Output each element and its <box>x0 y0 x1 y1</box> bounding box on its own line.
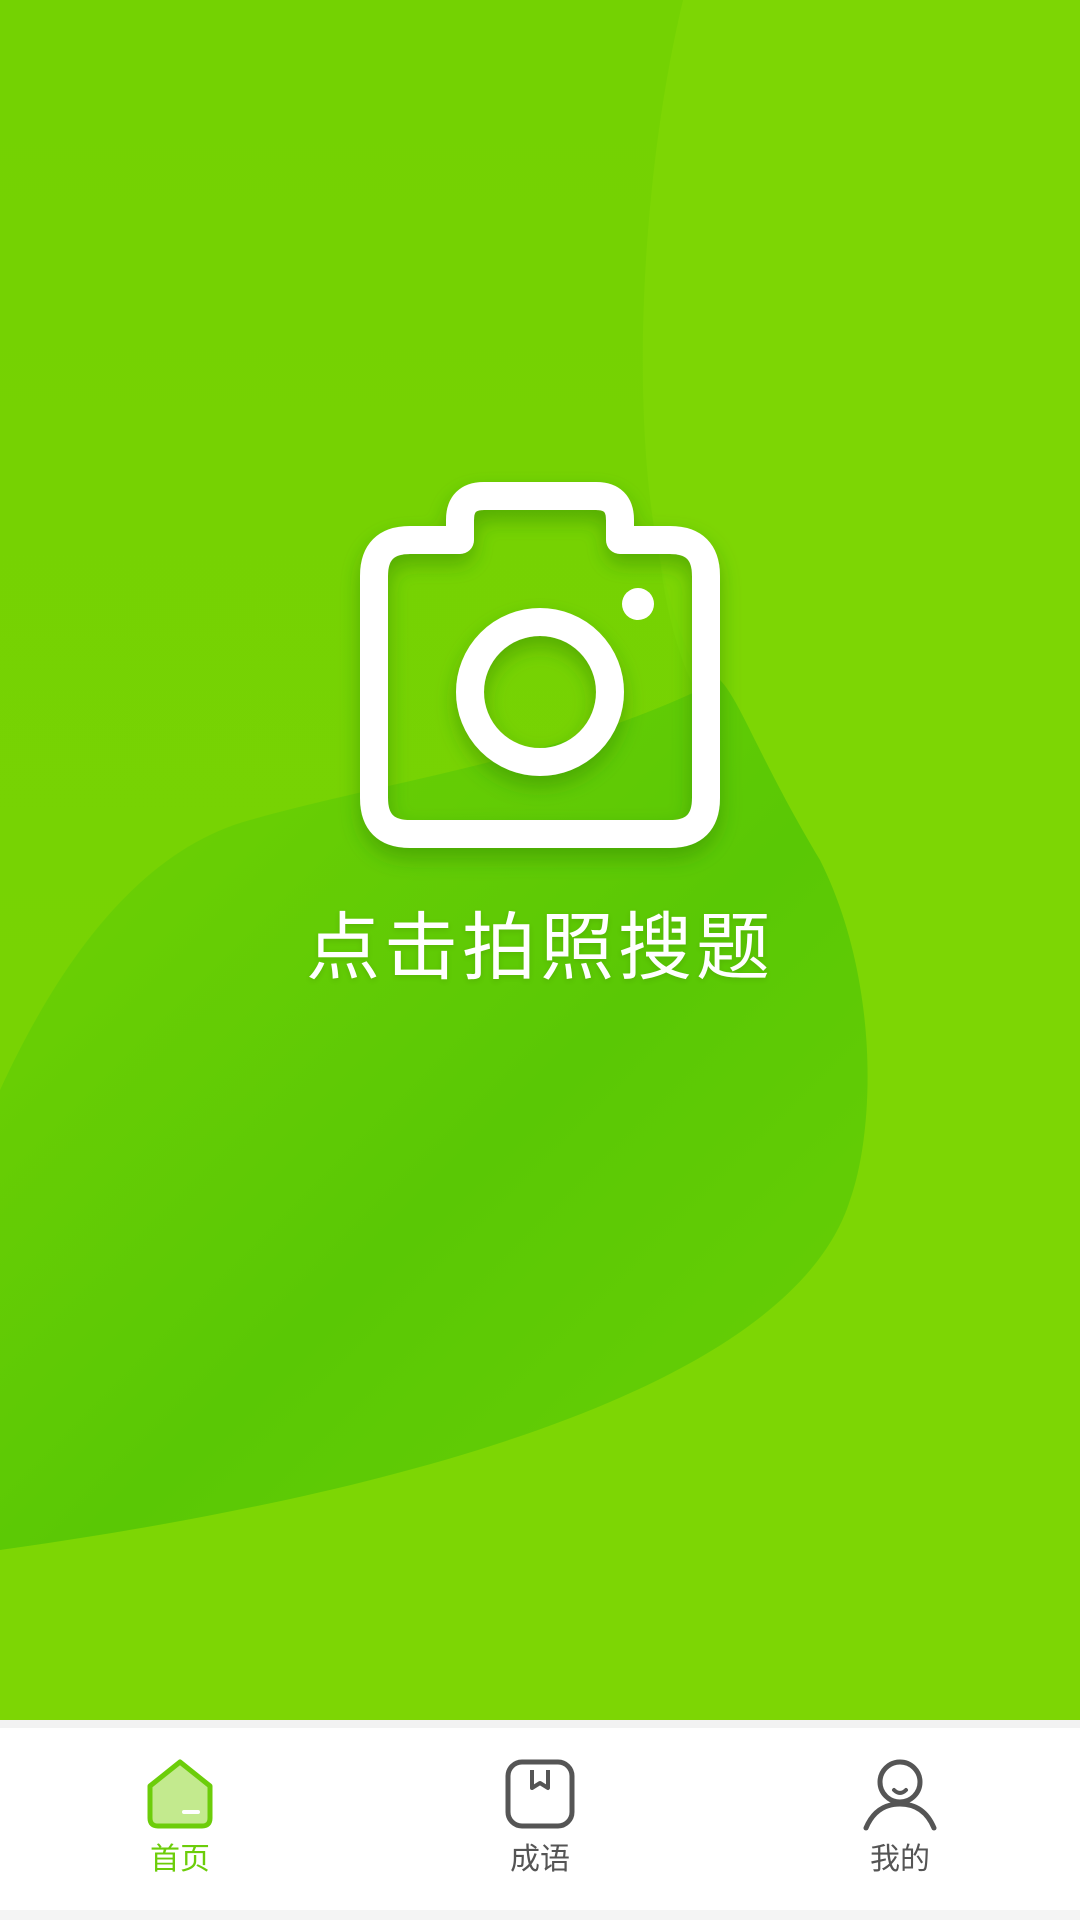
tab-home-label: 首页 <box>150 1842 210 1877</box>
hero-area: 点击拍照搜题 <box>0 0 1080 1720</box>
take-photo-caption[interactable]: 点击拍照搜题 <box>0 898 1080 998</box>
tab-home[interactable]: 首页 <box>0 1728 360 1910</box>
user-icon <box>862 1756 938 1832</box>
book-icon <box>502 1756 578 1832</box>
bottom-tab-bar: 首页 成语 我的 <box>0 1728 1080 1910</box>
tab-mine[interactable]: 我的 <box>720 1728 1080 1910</box>
tabbar-divider <box>0 1720 1080 1728</box>
camera-icon <box>360 482 720 848</box>
app-root: 点击拍照搜题 首页 成语 我的 <box>0 0 1080 1920</box>
home-icon <box>142 1756 218 1832</box>
bottom-safe-area <box>0 1910 1080 1920</box>
camera-flash-dot <box>622 588 654 620</box>
tab-mine-label: 我的 <box>870 1842 930 1877</box>
tab-idioms[interactable]: 成语 <box>360 1728 720 1910</box>
tab-idioms-label: 成语 <box>510 1842 570 1877</box>
take-photo-button[interactable] <box>340 470 740 870</box>
